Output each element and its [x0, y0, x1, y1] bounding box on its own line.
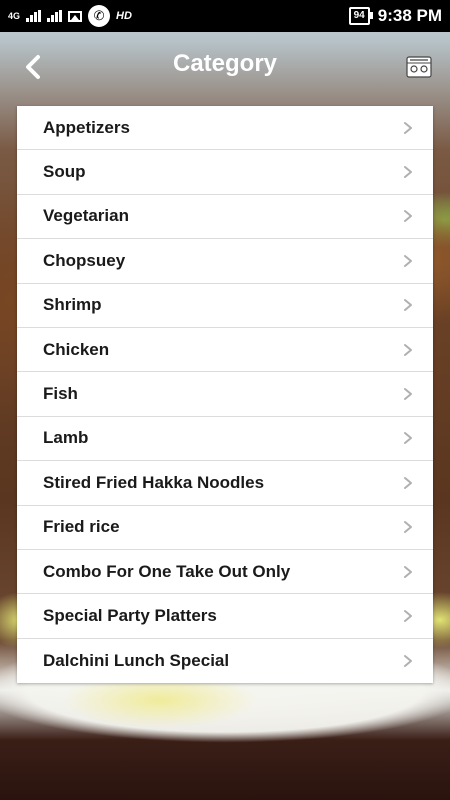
category-item[interactable]: Fried rice	[17, 506, 433, 550]
chevron-right-icon	[404, 654, 412, 667]
category-item[interactable]: Lamb	[17, 417, 433, 462]
category-label: Appetizers	[43, 117, 130, 137]
chevron-right-icon	[404, 121, 412, 134]
category-list: Appetizers Soup Vegetarian Chopsuey Shrimp Ch…	[17, 106, 433, 684]
category-label: Special Party Platters	[43, 605, 217, 625]
app-header: Category	[0, 32, 450, 102]
category-label: Dalchini Lunch Special	[43, 650, 230, 670]
chevron-right-icon	[404, 521, 412, 534]
chevron-right-icon	[404, 299, 412, 312]
category-label: Fish	[43, 384, 78, 404]
category-label: Fried rice	[43, 517, 120, 537]
chevron-right-icon	[404, 565, 412, 578]
page-title: Category	[172, 50, 278, 77]
hd-indicator: HD	[116, 10, 132, 22]
category-item[interactable]: Chicken	[17, 328, 433, 373]
category-item[interactable]: Dalchini Lunch Special	[17, 639, 433, 683]
chevron-right-icon	[404, 343, 412, 356]
chevron-right-icon	[404, 388, 412, 401]
chevron-right-icon	[404, 609, 412, 622]
chevron-right-icon	[404, 166, 412, 179]
category-item[interactable]: Appetizers	[17, 106, 433, 151]
category-label: Stired Fried Hakka Noodles	[43, 472, 265, 492]
chevron-right-icon	[404, 476, 412, 489]
category-item[interactable]: Special Party Platters	[17, 594, 433, 639]
category-item[interactable]: Stired Fried Hakka Noodles	[17, 461, 433, 506]
category-label: Vegetarian	[43, 206, 129, 226]
category-item[interactable]: Shrimp	[17, 284, 433, 328]
network-type: 4G	[8, 11, 21, 21]
image-notification-icon	[68, 10, 83, 22]
category-item[interactable]: Vegetarian	[17, 195, 433, 240]
cart-button[interactable]	[404, 52, 434, 82]
clock: 9:38 PM	[377, 6, 442, 25]
category-item[interactable]: Combo For One Take Out Only	[17, 550, 433, 595]
category-label: Lamb	[43, 428, 89, 448]
category-item[interactable]: Fish	[17, 372, 433, 417]
category-label: Shrimp	[43, 295, 102, 315]
category-label: Chopsuey	[43, 250, 126, 270]
phone-icon: ✆	[88, 5, 111, 27]
status-bar: 4G ✆ HD 94 9:38 PM	[0, 0, 450, 32]
category-label: Chicken	[43, 339, 110, 359]
category-item[interactable]: Soup	[17, 150, 433, 195]
battery-icon: 94	[348, 7, 373, 25]
category-label: Soup	[43, 162, 86, 182]
battery-level: 94	[353, 10, 365, 21]
chevron-right-icon	[404, 210, 412, 223]
category-item[interactable]: Chopsuey	[17, 239, 433, 284]
chevron-right-icon	[404, 254, 412, 267]
signal-icon	[26, 10, 42, 22]
cart-icon	[406, 56, 432, 78]
chevron-right-icon	[404, 432, 412, 445]
category-label: Combo For One Take Out Only	[43, 561, 291, 581]
signal-2-icon	[47, 10, 63, 22]
